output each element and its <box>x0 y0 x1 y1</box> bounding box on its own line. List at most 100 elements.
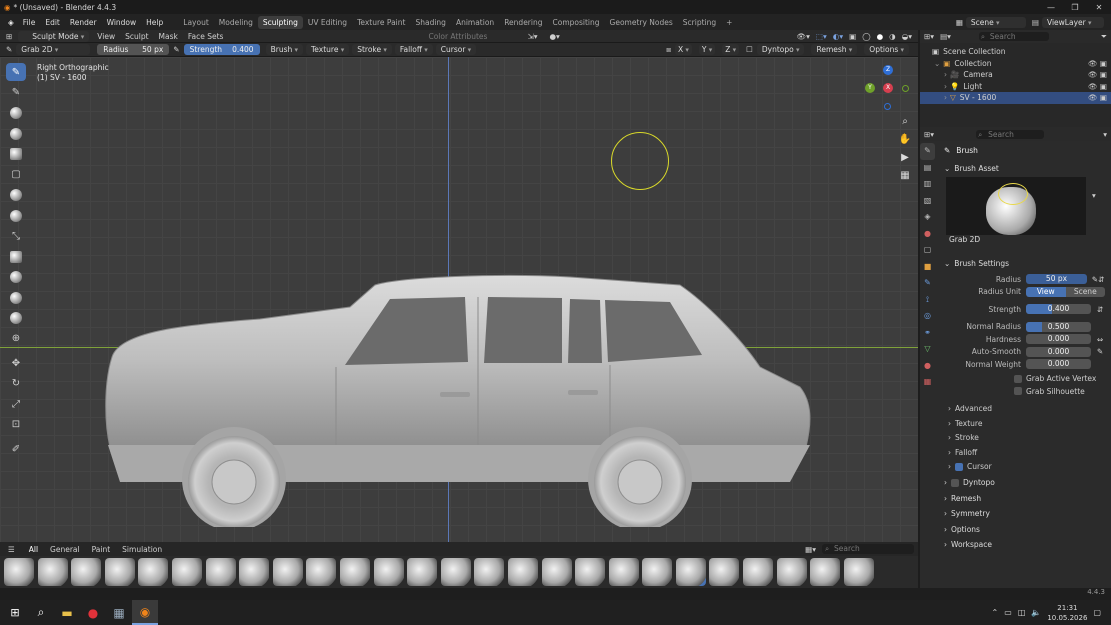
radius-pressure-icon[interactable]: ✎⇵ <box>1087 275 1109 284</box>
zoom-icon[interactable]: ⌕ <box>897 113 913 131</box>
pan-hand-icon[interactable]: ✋ <box>897 131 913 149</box>
cloth-filter-tool[interactable] <box>6 268 26 286</box>
outliner-item[interactable]: › 💡 Light 👁 ▣ <box>920 81 1111 93</box>
editor-type-icon[interactable]: ⊞ <box>6 32 12 41</box>
workspace-panel[interactable]: › Workspace <box>938 537 1109 553</box>
gizmo-toggle-icon[interactable]: ⬚▾ <box>816 32 827 41</box>
brush-asset-thumbnail[interactable] <box>4 558 34 586</box>
cursor-subpanel[interactable]: › Cursor <box>914 460 1109 475</box>
viewlayer-selector[interactable]: ViewLayer <box>1042 16 1104 28</box>
snap-icon[interactable]: ●▾ <box>550 32 560 41</box>
face-set-tool[interactable] <box>6 186 26 204</box>
visibility-eye-icon[interactable]: 👁 ▣ <box>1088 59 1107 68</box>
shading-material-icon[interactable]: ◑ <box>889 32 896 41</box>
scale-tool[interactable]: ⤢ <box>6 395 26 413</box>
auto-smooth-field[interactable]: 0.000 <box>1026 346 1091 357</box>
texture-tab-icon[interactable]: ▦ <box>920 374 935 391</box>
remesh-menu[interactable]: Remesh <box>811 44 858 55</box>
visibility-eye-icon[interactable]: 👁 ▣ <box>1088 70 1107 79</box>
visibility-eye-icon[interactable]: 👁 ▣ <box>1088 93 1107 102</box>
world-tab-icon[interactable]: ● <box>920 226 935 243</box>
modifier-tab-icon[interactable]: ✎ <box>920 275 935 292</box>
windows-start-icon[interactable]: ⊞ <box>2 600 28 625</box>
mode-selector[interactable]: Sculpt Mode <box>18 30 90 42</box>
dyntopo-panel-checkbox[interactable] <box>951 478 959 487</box>
brush-asset-thumbnail[interactable] <box>71 558 102 586</box>
material-tab-icon[interactable]: ● <box>920 358 935 375</box>
hardness-field[interactable]: 0.000 <box>1026 334 1091 345</box>
brush-selector[interactable]: Grab 2D <box>16 44 91 55</box>
mask-tool[interactable] <box>6 145 26 163</box>
menu-sculpt[interactable]: Sculpt <box>125 32 148 41</box>
camera-view-icon[interactable]: ▶ <box>897 149 913 167</box>
workspace-tab-texture-paint[interactable]: Texture Paint <box>352 16 410 29</box>
car-model[interactable] <box>100 207 820 527</box>
menu-view[interactable]: View <box>97 32 115 41</box>
taskbar-clock[interactable]: 21:31 10.05.2026 <box>1047 603 1087 623</box>
minimize-button[interactable]: — <box>1039 3 1063 12</box>
overlay-toggle-icon[interactable]: ◐▾ <box>833 32 843 41</box>
workspace-tab-rendering[interactable]: Rendering <box>499 16 547 29</box>
radius-prop-field[interactable]: 50 px <box>1026 274 1087 285</box>
draw-brush-tool[interactable]: ✎ <box>6 84 26 102</box>
visibility-eye-icon[interactable]: 👁 ▣ <box>1088 82 1107 91</box>
workspace-tab-modeling[interactable]: Modeling <box>214 16 258 29</box>
options-panel[interactable]: › Options <box>938 522 1109 538</box>
brush-menu[interactable]: Brush <box>265 44 303 55</box>
brush-asset-thumbnail[interactable] <box>575 558 606 586</box>
shading-rendered-icon[interactable]: ◒▾ <box>902 32 912 41</box>
trim-tool[interactable] <box>6 207 26 225</box>
brush-asset-thumbnail[interactable] <box>507 558 538 586</box>
output-tab-icon[interactable]: ▥ <box>920 176 935 193</box>
gizmo-neg-z[interactable] <box>884 103 891 110</box>
shading-solid-icon[interactable]: ● <box>877 32 884 41</box>
brush-asset-menu-icon[interactable]: ▾ <box>1092 191 1096 200</box>
texture-subpanel[interactable]: › Texture <box>914 416 1109 431</box>
3d-viewport[interactable]: Right Orthographic (1) SV - 1600 ✎ ✎ ▢ ⤡… <box>0 57 918 588</box>
outliner-item[interactable]: › 🎥 Camera 👁 ▣ <box>920 69 1111 81</box>
grab-brush-tool[interactable]: ✎ <box>6 63 26 81</box>
edit-face-set-tool[interactable] <box>6 309 26 327</box>
outliner-editor-icon[interactable]: ⊞▾ <box>924 32 934 41</box>
blender-taskbar-icon[interactable]: ◉ <box>132 600 158 625</box>
brush-asset-thumbnail[interactable] <box>373 558 404 586</box>
shelf-display-icon[interactable]: ▦▾ <box>805 545 816 554</box>
falloff-menu[interactable]: Falloff <box>394 44 433 55</box>
symmetry-icon[interactable]: ⧈ <box>666 45 671 55</box>
workspace-tab-animation[interactable]: Animation <box>451 16 499 29</box>
calculator-icon[interactable]: ▦ <box>106 600 132 625</box>
outliner-filter-icon[interactable]: ▤▾ <box>940 32 951 41</box>
brush-asset-thumbnail[interactable] <box>675 558 706 586</box>
stroke-menu[interactable]: Stroke <box>352 44 392 55</box>
expand-arrow-icon[interactable]: › <box>944 82 947 91</box>
close-button[interactable]: ✕ <box>1087 3 1111 12</box>
view-layer-tab-icon[interactable]: ▧ <box>920 193 935 210</box>
navigation-gizmo[interactable]: Z X Y <box>864 63 912 113</box>
brush-asset-preview[interactable]: Grab 2D <box>946 177 1086 245</box>
brush-asset-panel-header[interactable]: ⌄ Brush Asset <box>938 161 1109 175</box>
grab-silhouette-checkbox[interactable] <box>1014 387 1022 396</box>
mesh-filter-tool[interactable] <box>6 248 26 266</box>
brush-asset-thumbnail[interactable] <box>37 558 68 586</box>
shading-wireframe-icon[interactable]: ◯ <box>862 32 870 41</box>
brush-asset-thumbnail[interactable] <box>843 558 874 586</box>
xray-icon[interactable]: ▣ <box>849 32 856 41</box>
grab-active-vertex-checkbox[interactable] <box>1014 374 1022 383</box>
scene-selector[interactable]: Scene <box>965 16 1026 28</box>
gizmo-neg-y[interactable] <box>902 85 909 92</box>
dyntopo-menu[interactable]: Dyntopo <box>756 44 805 55</box>
add-workspace-icon[interactable]: + <box>721 18 737 27</box>
brush-asset-thumbnail[interactable] <box>541 558 572 586</box>
workspace-tab-geometry-nodes[interactable]: Geometry Nodes <box>605 16 678 29</box>
properties-options-icon[interactable]: ▾ <box>1103 130 1107 139</box>
workspace-tab-layout[interactable]: Layout <box>178 16 214 29</box>
paint-brush-tool[interactable] <box>6 104 26 122</box>
brush-asset-thumbnail[interactable] <box>743 558 774 586</box>
gizmo-y-axis[interactable]: Y <box>865 83 875 93</box>
hardness-invert-icon[interactable]: ⇔ <box>1091 335 1109 344</box>
properties-editor-icon[interactable]: ⊞▾ <box>924 130 934 139</box>
render-tab-icon[interactable]: ▤ <box>920 160 935 177</box>
normal-weight-field[interactable]: 0.000 <box>1026 359 1091 370</box>
box-mask-tool[interactable]: ▢ <box>6 166 26 184</box>
outliner-item[interactable]: ⌄ ▣ Collection 👁 ▣ <box>920 58 1111 70</box>
